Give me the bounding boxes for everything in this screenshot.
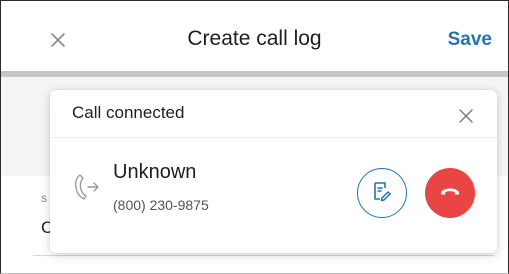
card-divider: [50, 137, 497, 138]
form-field-label: s: [41, 191, 47, 205]
caller-name: Unknown: [113, 161, 197, 183]
page-title: Create call log: [187, 27, 322, 50]
call-connected-card: Call connected Unknown (800) 230-9875: [50, 90, 497, 253]
form-field-underline: [33, 255, 494, 256]
hang-up-button[interactable]: [425, 168, 475, 218]
call-log-window: Create call log Save s C Call connected …: [0, 0, 509, 274]
close-icon[interactable]: [457, 107, 475, 125]
caller-number: (800) 230-9875: [113, 197, 209, 213]
notes-button[interactable]: [357, 168, 407, 218]
notes-icon: [371, 180, 393, 207]
call-status: Call connected: [72, 103, 185, 122]
hang-up-icon: [438, 179, 462, 208]
header: Create call log Save: [1, 1, 508, 71]
save-button[interactable]: Save: [448, 29, 492, 51]
outgoing-call-icon: [70, 169, 104, 203]
